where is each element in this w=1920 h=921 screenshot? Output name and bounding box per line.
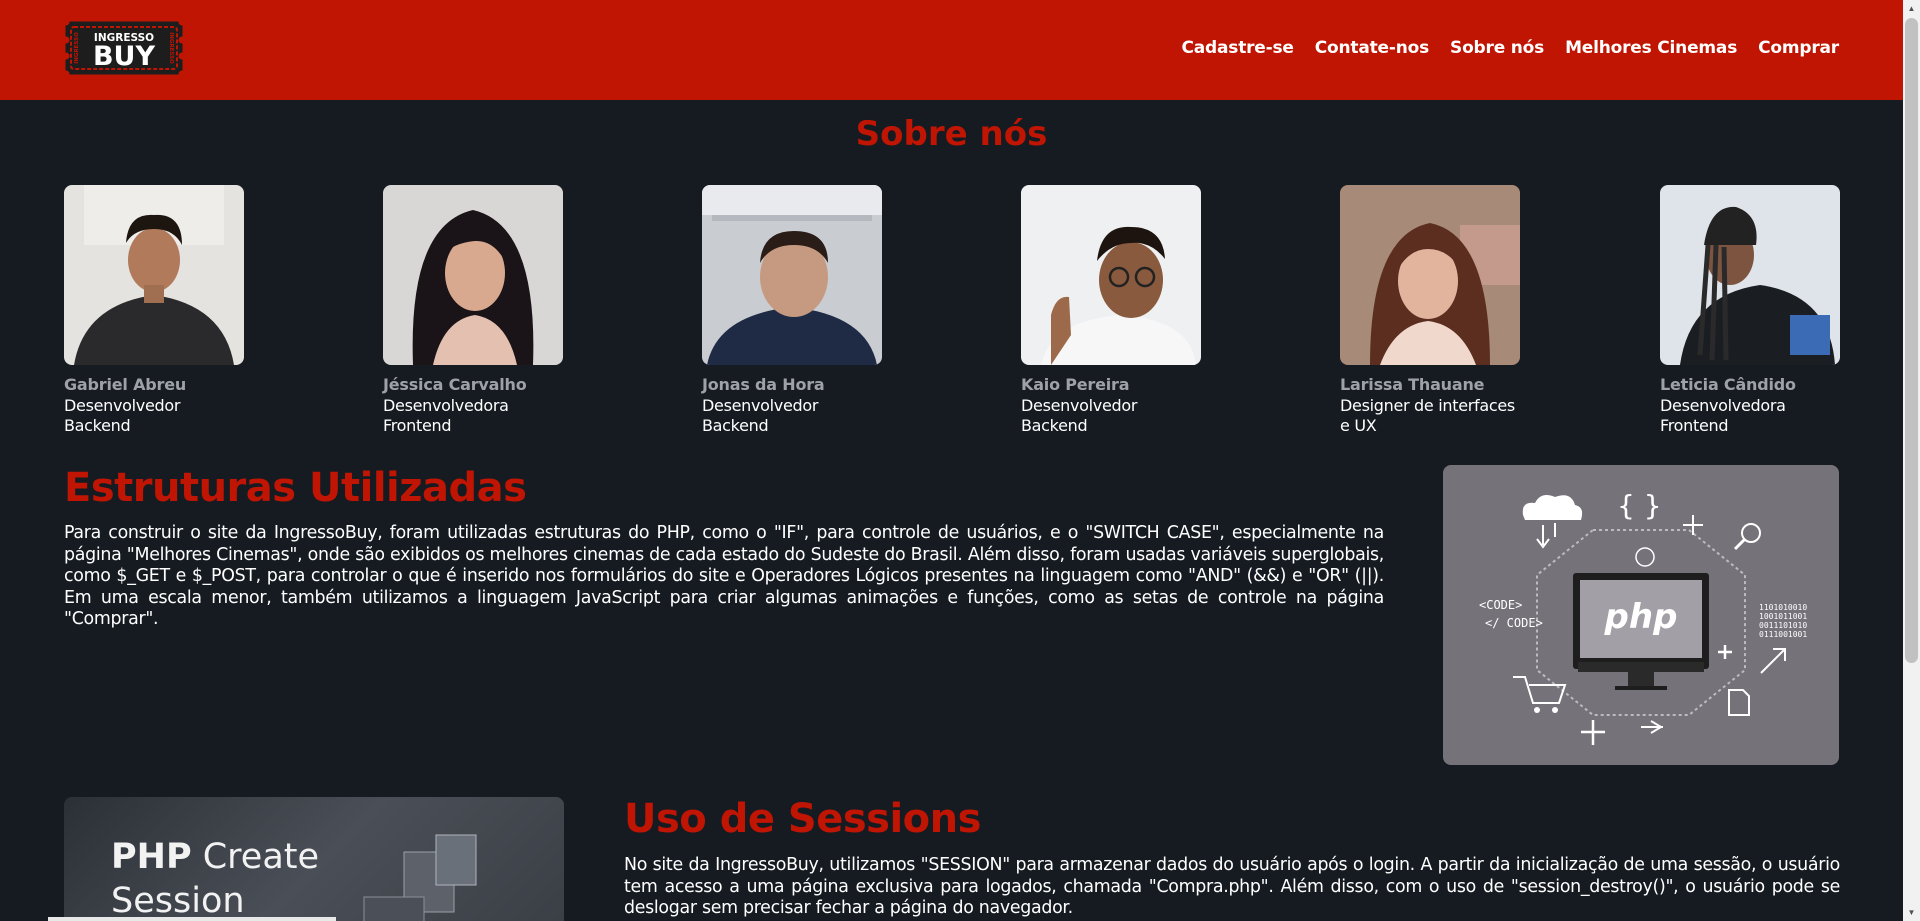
svg-text:</ CODE>: </ CODE> xyxy=(1485,616,1543,630)
scroll-up-arrow-icon[interactable]: ▲ xyxy=(1903,0,1920,17)
vertical-scrollbar[interactable]: ▲ ▼ xyxy=(1903,0,1920,921)
svg-text:php: php xyxy=(1604,597,1678,637)
team-member: Larissa Thauane Designer de interfaces e… xyxy=(1340,185,1520,436)
php-session-image: PHP Create Session xyxy=(64,797,564,921)
member-photo xyxy=(702,185,882,365)
nav-sobre-nos[interactable]: Sobre nós xyxy=(1450,38,1544,58)
svg-text:0111001001: 0111001001 xyxy=(1759,630,1807,639)
nav-comprar[interactable]: Comprar xyxy=(1758,38,1839,58)
member-name: Larissa Thauane xyxy=(1340,375,1485,394)
svg-text:1001011001: 1001011001 xyxy=(1759,612,1807,621)
plus-icon xyxy=(1683,515,1703,535)
cart-icon xyxy=(1513,676,1567,704)
nav-contate-nos[interactable]: Contate-nos xyxy=(1315,38,1429,58)
structures-title: Estruturas Utilizadas xyxy=(64,465,527,511)
member-name: Gabriel Abreu xyxy=(64,375,187,394)
member-role: Desenvolvedora Frontend xyxy=(1660,396,1786,435)
svg-text:<CODE>: <CODE> xyxy=(1479,598,1522,612)
svg-text:INGRESSO: INGRESSO xyxy=(74,32,80,64)
svg-text:{ }: { } xyxy=(1617,489,1662,522)
svg-text:1101010010: 1101010010 xyxy=(1759,603,1807,612)
scrollbar-thumb[interactable] xyxy=(1905,18,1918,663)
team-member: Gabriel Abreu Desenvolvedor Backend xyxy=(64,185,244,436)
scroll-down-arrow-icon[interactable]: ▼ xyxy=(1903,904,1920,921)
site-header: INGRESSO BUY INGRESSO INGRESSO Cadastre-… xyxy=(0,0,1903,100)
member-role: Desenvolvedor Backend xyxy=(702,396,819,435)
svg-text:0011101010: 0011101010 xyxy=(1759,621,1807,630)
sessions-title: Uso de Sessions xyxy=(624,796,981,842)
sessions-paragraph: No site da IngressoBuy, utilizamos "SESS… xyxy=(624,855,1840,918)
member-name: Jéssica Carvalho xyxy=(383,375,527,394)
structures-paragraph: Para construir o site da IngressoBuy, fo… xyxy=(64,523,1384,629)
team-member: Kaio Pereira Desenvolvedor Backend xyxy=(1021,185,1201,436)
svg-text:BUY: BUY xyxy=(93,41,156,72)
svg-text:INGRESSO: INGRESSO xyxy=(168,32,174,64)
member-photo xyxy=(1021,185,1201,365)
main-nav: Cadastre-se Contate-nos Sobre nós Melhor… xyxy=(1181,38,1839,58)
plus-icon xyxy=(1581,720,1605,745)
nav-melhores-cinemas[interactable]: Melhores Cinemas xyxy=(1565,38,1737,58)
session-illustration-icon xyxy=(363,834,477,921)
horizontal-scroll-indicator xyxy=(48,917,336,921)
php-illustration: php <CODE> </ CODE> 1101010010 100101100… xyxy=(1443,465,1839,765)
ticket-logo-icon: INGRESSO BUY INGRESSO INGRESSO xyxy=(65,21,183,75)
member-role: Desenvolvedora Frontend xyxy=(383,396,509,435)
about-title: Sobre nós xyxy=(855,114,1048,154)
cloud-icon xyxy=(1522,495,1583,520)
team-member: Jéssica Carvalho Desenvolvedora Frontend xyxy=(383,185,563,436)
team-grid: Gabriel Abreu Desenvolvedor Backend Jéss… xyxy=(64,185,1840,435)
member-photo xyxy=(1660,185,1840,365)
member-role: Desenvolvedor Backend xyxy=(64,396,181,435)
member-name: Leticia Cândido xyxy=(1660,375,1796,394)
team-member: Jonas da Hora Desenvolvedor Backend xyxy=(702,185,882,436)
document-icon xyxy=(1728,689,1750,716)
member-role: Desenvolvedor Backend xyxy=(1021,396,1138,435)
ingressobuy-logo[interactable]: INGRESSO BUY INGRESSO INGRESSO xyxy=(64,20,184,76)
member-name: Kaio Pereira xyxy=(1021,375,1130,394)
member-role: Designer de interfaces e UX xyxy=(1340,396,1515,435)
member-photo xyxy=(383,185,563,365)
member-name: Jonas da Hora xyxy=(702,375,825,394)
usb-icon xyxy=(1641,720,1663,734)
member-photo xyxy=(1340,185,1520,365)
nav-cadastre-se[interactable]: Cadastre-se xyxy=(1181,38,1293,58)
team-member: Leticia Cândido Desenvolvedora Frontend xyxy=(1660,185,1840,436)
member-photo xyxy=(64,185,244,365)
